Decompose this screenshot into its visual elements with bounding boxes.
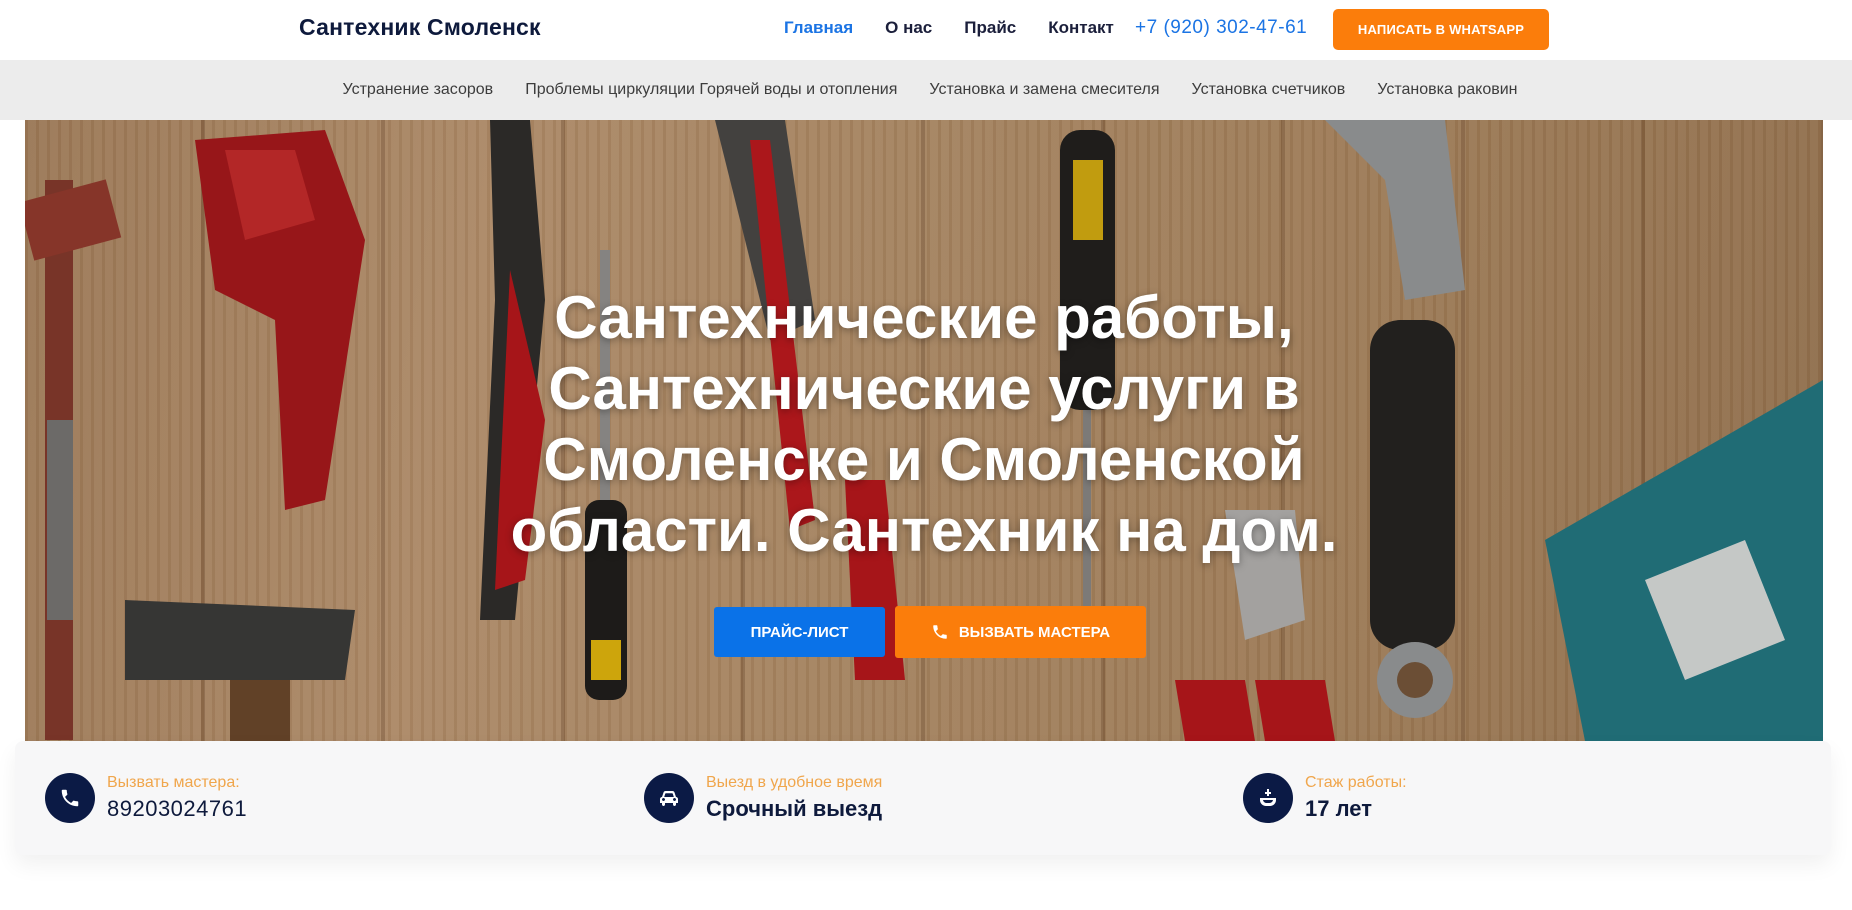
nav-price[interactable]: Прайс (964, 18, 1016, 38)
whatsapp-button[interactable]: НАПИСАТЬ В WHATSAPP (1333, 9, 1549, 50)
info-experience-label: Стаж работы: (1305, 774, 1407, 791)
services-nav: Устранение засоров Проблемы циркуляции Г… (0, 60, 1852, 120)
hero-banner: Сантехнические работы, Сантехнические ус… (25, 120, 1823, 741)
subnav-item-clogs[interactable]: Устранение засоров (343, 81, 494, 99)
info-departure: Выезд в удобное время Срочный выезд (644, 773, 882, 823)
car-icon (644, 773, 694, 823)
header-phone-link[interactable]: +7 (920) 302-47-61 (1135, 17, 1307, 39)
call-master-button[interactable]: ВЫЗВАТЬ МАСТЕРА (895, 606, 1146, 658)
nav-home[interactable]: Главная (784, 18, 853, 38)
info-experience: Стаж работы: 17 лет (1243, 773, 1407, 823)
brand-logo[interactable]: Сантехник Смоленск (299, 14, 541, 41)
info-experience-value: 17 лет (1305, 796, 1372, 821)
hero-buttons: ПРАЙС-ЛИСТ ВЫЗВАТЬ МАСТЕРА (25, 606, 1823, 658)
price-list-button[interactable]: ПРАЙС-ЛИСТ (714, 607, 885, 657)
call-master-label: ВЫЗВАТЬ МАСТЕРА (958, 623, 1111, 641)
info-bar: Вызвать мастера: 89203024761 Выезд в удо… (15, 741, 1831, 855)
phone-icon (933, 625, 947, 639)
subnav-item-sinks[interactable]: Установка раковин (1377, 81, 1517, 99)
subnav-item-mixer[interactable]: Установка и замена смесителя (929, 81, 1159, 99)
info-departure-label: Выезд в удобное время (706, 774, 883, 791)
info-call-value[interactable]: 89203024761 (107, 796, 247, 822)
nav-about[interactable]: О нас (885, 18, 932, 38)
hero-title: Сантехнические работы, Сантехнические ус… (510, 284, 1338, 564)
faucet-icon (1243, 773, 1293, 823)
info-departure-value: Срочный выезд (706, 796, 883, 821)
main-nav: Главная О нас Прайс Контакт (784, 18, 1114, 38)
site-header: Сантехник Смоленск Главная О нас Прайс К… (0, 0, 1852, 60)
nav-contact[interactable]: Контакт (1048, 18, 1114, 38)
subnav-item-meters[interactable]: Установка счетчиков (1192, 81, 1346, 99)
info-call: Вызвать мастера: 89203024761 (45, 773, 247, 823)
subnav-item-hot-water[interactable]: Проблемы циркуляции Горячей воды и отопл… (525, 81, 897, 99)
phone-icon (45, 773, 95, 823)
info-call-label: Вызвать мастера: (107, 774, 240, 791)
